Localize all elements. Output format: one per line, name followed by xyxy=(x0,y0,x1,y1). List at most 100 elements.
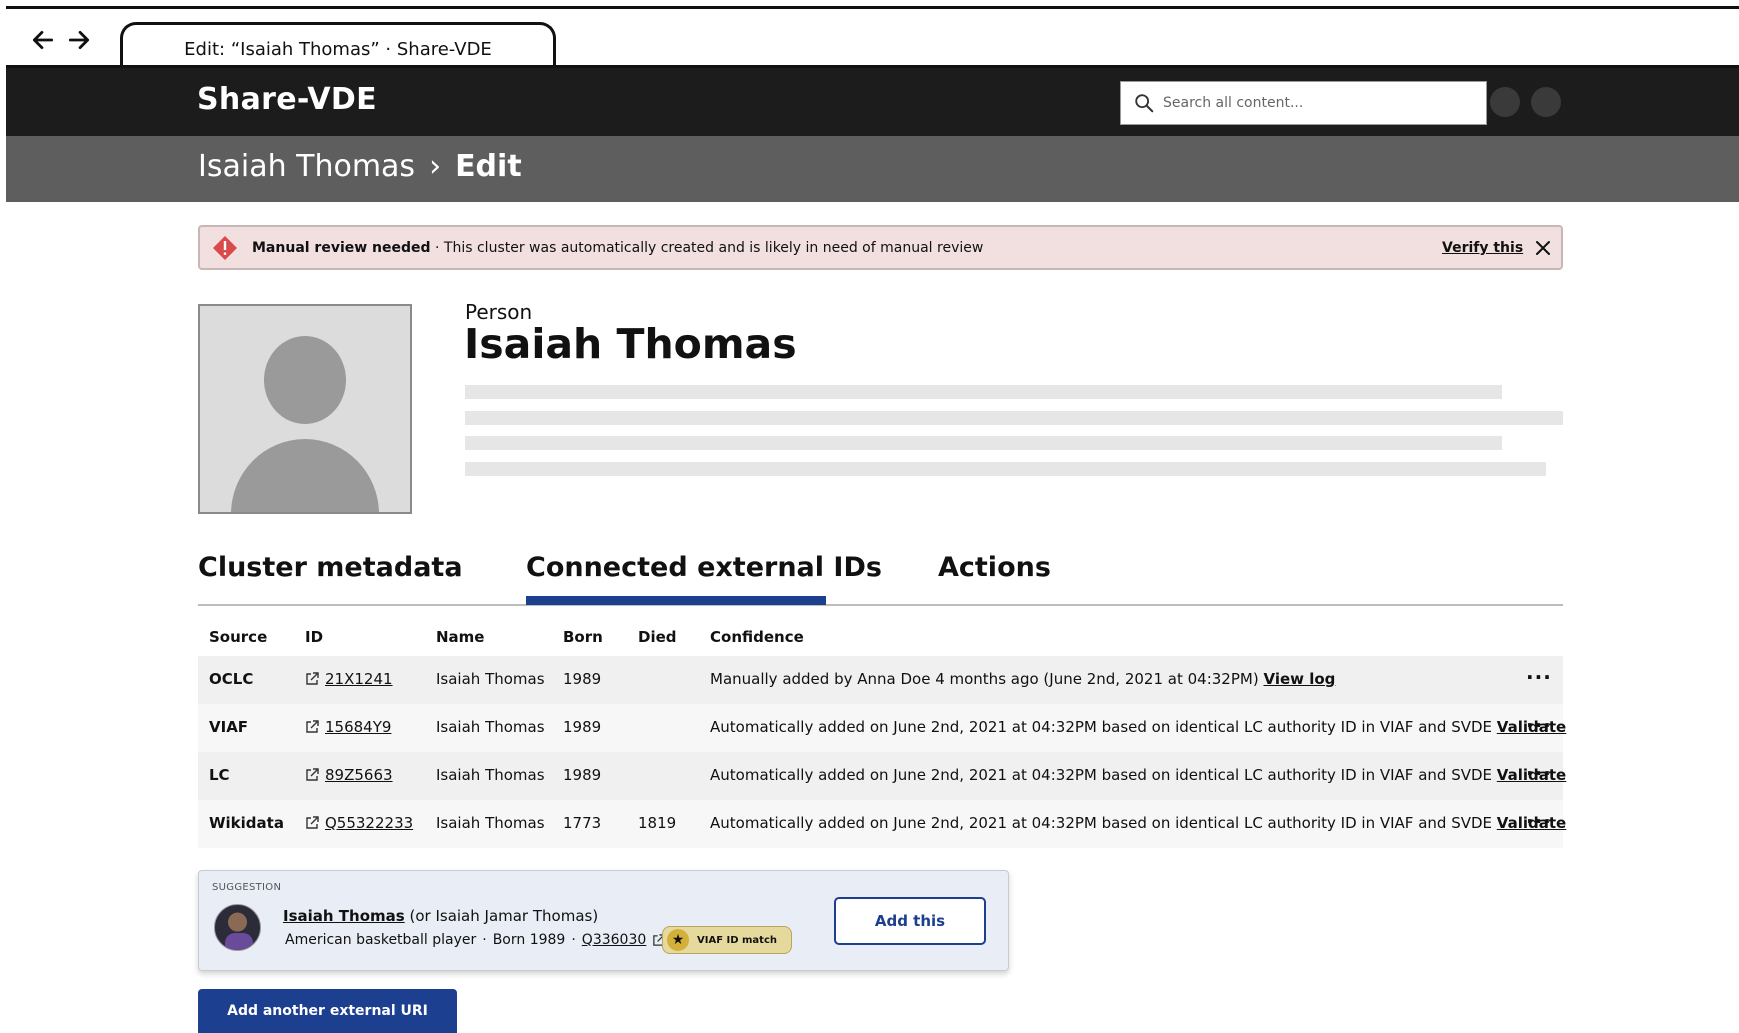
confidence-text: Automatically added on June 2nd, 2021 at… xyxy=(710,814,1493,832)
id-cell: 21X1241 xyxy=(305,670,393,688)
suggestion-card: SUGGESTION Isaiah Thomas (or Isaiah Jama… xyxy=(198,870,1009,971)
external-id-link[interactable]: 89Z5663 xyxy=(325,766,393,784)
table-row: VIAF 15684Y9 Isaiah Thomas 1989 Automati… xyxy=(198,704,1566,752)
notifications-avatar[interactable] xyxy=(1490,87,1520,117)
skeleton-line xyxy=(465,385,1502,399)
more-options-icon[interactable]: ··· xyxy=(1526,667,1552,687)
source-cell: VIAF xyxy=(209,718,249,736)
viaf-match-badge: ★ VIAF ID match xyxy=(662,926,793,954)
external-ids-table: Source ID Name Born Died Confidence OCLC… xyxy=(198,620,1566,848)
name-cell: Isaiah Thomas xyxy=(436,670,545,688)
tab-connected-external-ids[interactable]: Connected external IDs xyxy=(526,552,882,583)
alert-text: This cluster was automatically created a… xyxy=(443,240,984,256)
placeholder-head xyxy=(264,336,346,424)
search-icon xyxy=(1135,94,1154,113)
born-cell: 1989 xyxy=(563,670,602,688)
suggestion-name-link[interactable]: Isaiah Thomas xyxy=(283,907,405,925)
skeleton-line xyxy=(465,436,1502,450)
column-header-born: Born xyxy=(563,628,603,646)
column-header-id: ID xyxy=(305,628,324,646)
skeleton-line xyxy=(465,462,1546,476)
source-cell: OCLC xyxy=(209,670,254,688)
suggestion-alias: (or Isaiah Jamar Thomas) xyxy=(409,907,599,925)
name-cell: Isaiah Thomas xyxy=(436,766,545,784)
table-row: LC 89Z5663 Isaiah Thomas 1989 Automatica… xyxy=(198,752,1566,800)
suggestion-separator: · xyxy=(571,932,576,948)
name-cell: Isaiah Thomas xyxy=(436,718,545,736)
alert-title: Manual review needed xyxy=(252,240,431,256)
id-cell: Q55322233 xyxy=(305,814,413,832)
add-suggestion-button[interactable]: Add this xyxy=(834,897,986,945)
app-header: Share-VDE xyxy=(6,68,1739,136)
star-icon: ★ xyxy=(667,929,689,951)
column-header-died: Died xyxy=(638,628,677,646)
column-header-name: Name xyxy=(436,628,485,646)
breadcrumb-current: Edit xyxy=(455,149,522,184)
active-tab-indicator xyxy=(526,596,826,605)
breadcrumb-separator: › xyxy=(429,149,442,184)
table-row: Wikidata Q55322233 Isaiah Thomas 1773 18… xyxy=(198,800,1566,848)
user-avatar[interactable] xyxy=(1531,87,1561,117)
tab-cluster-metadata[interactable]: Cluster metadata xyxy=(198,552,463,583)
breadcrumb: Isaiah Thomas › Edit xyxy=(198,149,522,184)
suggestion-avatar xyxy=(214,904,261,951)
suggestion-separator: · xyxy=(482,932,487,948)
browser-tab-title: Edit: “Isaiah Thomas” · Share-VDE xyxy=(184,39,492,60)
external-link-icon xyxy=(306,720,319,733)
external-link-icon xyxy=(306,768,319,781)
view-log-link[interactable]: View log xyxy=(1263,670,1335,688)
source-cell: Wikidata xyxy=(209,814,284,832)
suggestion-details: American basketball player · Born 1989 ·… xyxy=(285,932,665,948)
column-header-source: Source xyxy=(209,628,268,646)
column-header-confidence: Confidence xyxy=(710,628,804,646)
search-input[interactable] xyxy=(1163,95,1463,111)
born-cell: 1989 xyxy=(563,718,602,736)
page-title: Isaiah Thomas xyxy=(464,320,797,368)
person-placeholder-image xyxy=(198,304,412,514)
confidence-cell: Automatically added on June 2nd, 2021 at… xyxy=(710,766,1566,784)
more-options-icon[interactable]: ··· xyxy=(1526,811,1552,831)
suggestion-description: American basketball player xyxy=(285,932,477,948)
browser-chrome: Edit: “Isaiah Thomas” · Share-VDE xyxy=(6,6,1739,74)
died-cell: 1819 xyxy=(638,814,677,832)
table-header: Source ID Name Born Died Confidence xyxy=(198,620,1563,656)
more-options-icon[interactable]: ··· xyxy=(1526,763,1552,783)
back-arrow-icon[interactable] xyxy=(28,25,58,55)
confidence-text: Manually added by Anna Doe 4 months ago … xyxy=(710,670,1259,688)
search-box[interactable] xyxy=(1120,81,1487,125)
confidence-cell: Automatically added on June 2nd, 2021 at… xyxy=(710,814,1566,832)
born-cell: 1773 xyxy=(563,814,602,832)
name-cell: Isaiah Thomas xyxy=(436,814,545,832)
tab-actions[interactable]: Actions xyxy=(938,552,1051,583)
forward-arrow-icon[interactable] xyxy=(64,25,94,55)
external-link-icon xyxy=(306,816,319,829)
breadcrumb-parent[interactable]: Isaiah Thomas xyxy=(198,149,415,184)
confidence-cell: Automatically added on June 2nd, 2021 at… xyxy=(710,718,1566,736)
more-options-icon[interactable]: ··· xyxy=(1526,715,1552,735)
add-external-uri-button[interactable]: Add another external URI xyxy=(198,989,457,1033)
external-id-link[interactable]: 15684Y9 xyxy=(325,718,391,736)
breadcrumb-bar: Isaiah Thomas › Edit xyxy=(6,136,1739,202)
id-cell: 89Z5663 xyxy=(305,766,393,784)
skeleton-line xyxy=(465,411,1563,425)
manual-review-alert: Manual review needed · This cluster was … xyxy=(198,225,1563,270)
table-row: OCLC 21X1241 Isaiah Thomas 1989 Manually… xyxy=(198,656,1563,704)
suggestion-label: SUGGESTION xyxy=(212,882,282,893)
confidence-text: Automatically added on June 2nd, 2021 at… xyxy=(710,718,1493,736)
alert-message: Manual review needed · This cluster was … xyxy=(252,240,983,256)
confidence-cell: Manually added by Anna Doe 4 months ago … xyxy=(710,670,1335,688)
close-icon[interactable] xyxy=(1533,238,1553,258)
external-id-link[interactable]: Q55322233 xyxy=(325,814,413,832)
suggestion-id-link[interactable]: Q336030 xyxy=(582,932,646,948)
tab-bar: Cluster metadata Connected external IDs … xyxy=(198,548,1563,606)
brand-logo[interactable]: Share-VDE xyxy=(197,82,377,117)
confidence-text: Automatically added on June 2nd, 2021 at… xyxy=(710,766,1493,784)
born-cell: 1989 xyxy=(563,766,602,784)
external-link-icon xyxy=(306,672,319,685)
external-id-link[interactable]: 21X1241 xyxy=(325,670,393,688)
alert-separator: · xyxy=(435,240,440,256)
source-cell: LC xyxy=(209,766,230,784)
verify-link[interactable]: Verify this xyxy=(1442,240,1523,256)
warning-icon xyxy=(213,236,237,260)
id-cell: 15684Y9 xyxy=(305,718,391,736)
